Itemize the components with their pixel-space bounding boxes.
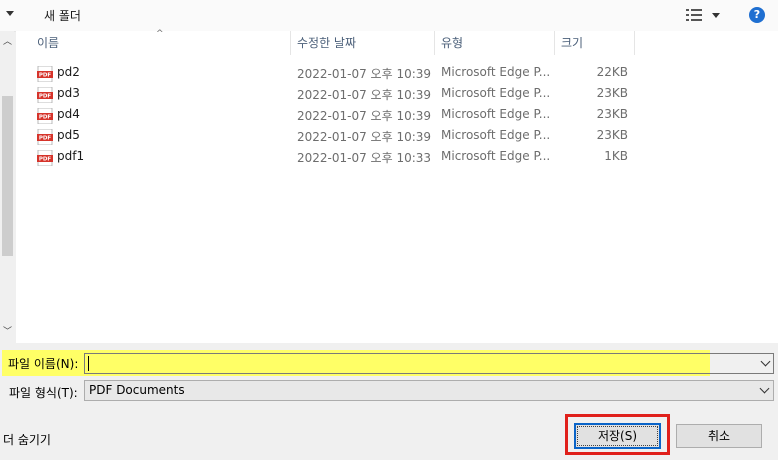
focus-rect (577, 426, 658, 446)
svg-text:PDF: PDF (39, 136, 52, 142)
file-type: Microsoft Edge P... (441, 128, 551, 142)
file-name: pd3 (57, 86, 80, 100)
column-separator[interactable] (554, 31, 555, 55)
toolbar: 새 폴더 ? (0, 0, 778, 32)
navigation-scrollbar[interactable]: ︿ ﹀ (0, 31, 14, 343)
chevron-down-icon[interactable] (760, 356, 771, 367)
file-date: 2022-01-07 오후 10:39 (297, 88, 432, 102)
file-type: Microsoft Edge P... (441, 149, 551, 163)
filetype-value: PDF Documents (89, 383, 185, 397)
file-size: 22KB (596, 65, 628, 79)
view-options-icon[interactable] (686, 9, 702, 21)
filename-input[interactable] (84, 353, 774, 374)
file-size: 23KB (596, 128, 628, 142)
file-size: 23KB (596, 107, 628, 121)
svg-text:PDF: PDF (39, 157, 52, 163)
file-row[interactable]: PDF pd3 2022-01-07 오후 10:39 Microsoft Ed… (16, 84, 778, 105)
collapse-arrow-icon[interactable] (6, 11, 14, 16)
chevron-down-icon[interactable] (759, 383, 770, 394)
file-row[interactable]: PDF pdf1 2022-01-07 오후 10:33 Microsoft E… (16, 147, 778, 168)
file-row[interactable]: PDF pd2 2022-01-07 오후 10:39 Microsoft Ed… (16, 63, 778, 84)
scroll-down-icon[interactable]: ﹀ (3, 328, 12, 337)
file-date: 2022-01-07 오후 10:39 (297, 109, 432, 123)
file-name: pd4 (57, 107, 80, 121)
save-button[interactable]: 저장(S) (574, 423, 661, 449)
file-date: 2022-01-07 오후 10:39 (297, 130, 432, 144)
file-name: pdf1 (57, 149, 85, 163)
pdf-file-icon: PDF (37, 108, 53, 124)
file-row[interactable]: PDF pd5 2022-01-07 오후 10:39 Microsoft Ed… (16, 126, 778, 147)
scrollbar-thumb[interactable] (2, 96, 13, 256)
file-type: Microsoft Edge P... (441, 107, 551, 121)
sort-ascending-icon: ^ (156, 29, 164, 39)
file-size: 1KB (604, 149, 628, 163)
file-name: pd5 (57, 128, 80, 142)
file-size: 23KB (596, 86, 628, 100)
column-separator[interactable] (290, 31, 291, 55)
cancel-button[interactable]: 취소 (676, 424, 762, 448)
filename-label: 파일 이름(N): (8, 357, 79, 371)
view-dropdown-icon[interactable] (712, 13, 720, 18)
file-date: 2022-01-07 오후 10:39 (297, 67, 432, 81)
file-list: 이름 ^ 수정한 날짜 유형 크기 PDF pd2 2022-01-07 오후 … (16, 29, 778, 343)
pdf-file-icon: PDF (37, 150, 53, 166)
column-separator[interactable] (634, 31, 635, 55)
filetype-label: 파일 형식(T): (9, 386, 78, 400)
scroll-up-icon[interactable]: ︿ (3, 38, 12, 47)
pdf-file-icon: PDF (37, 129, 53, 145)
column-header-date[interactable]: 수정한 날짜 (297, 31, 356, 55)
svg-text:PDF: PDF (39, 94, 52, 100)
text-caret (88, 356, 89, 371)
filetype-select[interactable]: PDF Documents (84, 380, 774, 401)
file-row[interactable]: PDF pd4 2022-01-07 오후 10:39 Microsoft Ed… (16, 105, 778, 126)
filename-input-highlight (85, 354, 709, 373)
file-type: Microsoft Edge P... (441, 65, 551, 79)
hide-folders-toggle[interactable]: 더 숨기기 (3, 431, 51, 448)
column-header-name[interactable]: 이름 (37, 31, 59, 55)
svg-text:PDF: PDF (39, 115, 52, 121)
file-date: 2022-01-07 오후 10:33 (297, 151, 432, 165)
pdf-file-icon: PDF (37, 66, 53, 82)
file-name: pd2 (57, 65, 80, 79)
svg-text:PDF: PDF (39, 73, 52, 79)
pdf-file-icon: PDF (37, 87, 53, 103)
help-icon[interactable]: ? (749, 7, 765, 23)
file-type: Microsoft Edge P... (441, 86, 551, 100)
new-folder-button[interactable]: 새 폴더 (44, 7, 81, 24)
column-header-size[interactable]: 크기 (561, 31, 583, 55)
column-header-type[interactable]: 유형 (441, 31, 463, 55)
column-separator[interactable] (434, 31, 435, 55)
